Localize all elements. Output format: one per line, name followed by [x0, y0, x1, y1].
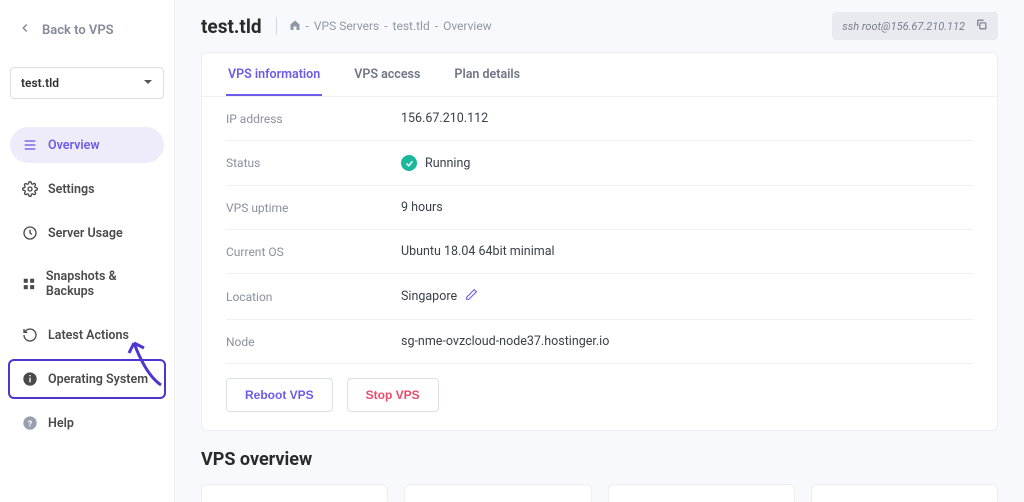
- activity-icon: [22, 225, 38, 241]
- edit-icon[interactable]: [465, 288, 478, 305]
- info-value: 9 hours: [401, 200, 443, 215]
- home-icon[interactable]: [289, 19, 301, 34]
- vps-overview-title: VPS overview: [201, 449, 998, 470]
- info-row-location: Location Singapore: [226, 274, 973, 320]
- breadcrumb-overview: Overview: [443, 19, 492, 33]
- grid-icon: [22, 276, 36, 292]
- sidebar-item-label: Latest Actions: [48, 328, 129, 343]
- breadcrumb: - VPS Servers - test.tld - Overview: [289, 19, 492, 34]
- info-row-node: Node sg-nme-ovzcloud-node37.hostinger.io: [226, 320, 973, 364]
- disk-usage-card: Disk Usage 2 GB 10% used 20 GB Total sto…: [608, 484, 795, 502]
- back-to-vps-link[interactable]: Back to VPS: [10, 15, 164, 45]
- sidebar-item-label: Overview: [48, 138, 100, 153]
- sidebar-item-overview[interactable]: Overview: [10, 127, 164, 163]
- vps-selector[interactable]: test.tld: [10, 67, 164, 99]
- tab-vps-access[interactable]: VPS access: [352, 53, 422, 96]
- header-row: test.tld - VPS Servers - test.tld - Over…: [201, 12, 998, 40]
- info-row-os: Current OS Ubuntu 18.04 64bit minimal: [226, 230, 973, 274]
- info-row-ip: IP address 156.67.210.112: [226, 97, 973, 141]
- info-value: Singapore: [401, 288, 478, 305]
- info-row-status: Status Running: [226, 141, 973, 186]
- info-value: Running: [401, 155, 470, 171]
- svg-text:?: ?: [28, 419, 32, 429]
- breadcrumb-host[interactable]: test.tld: [393, 19, 430, 33]
- main-content: test.tld - VPS Servers - test.tld - Over…: [175, 0, 1024, 502]
- sidebar: Back to VPS test.tld Overview Settings S…: [0, 0, 175, 502]
- sidebar-item-label: Server Usage: [48, 226, 123, 241]
- sidebar-item-label: Snapshots & Backups: [46, 269, 152, 299]
- ssh-text: ssh root@156.67.210.112: [842, 20, 965, 33]
- info-label: VPS uptime: [226, 201, 401, 215]
- arrow-left-icon: [18, 21, 32, 39]
- sidebar-item-help[interactable]: ? Help: [10, 405, 164, 441]
- info-label: IP address: [226, 112, 401, 126]
- list-icon: [22, 137, 38, 153]
- copy-icon[interactable]: [975, 18, 988, 34]
- sidebar-item-latest-actions[interactable]: Latest Actions: [10, 317, 164, 353]
- cpu-usage-card: CPU usage 2%: [201, 484, 388, 502]
- tab-plan-details[interactable]: Plan details: [452, 53, 522, 96]
- ssh-command-box[interactable]: ssh root@156.67.210.112: [832, 12, 998, 40]
- info-label: Location: [226, 290, 401, 304]
- sidebar-item-server-usage[interactable]: Server Usage: [10, 215, 164, 251]
- sidebar-item-label: Settings: [48, 182, 95, 197]
- bandwidth-card: Bandwidth 0 TB 0% used 1 TB Total bandwi…: [811, 484, 998, 502]
- info-label: Status: [226, 156, 401, 170]
- help-icon: ?: [22, 415, 38, 431]
- reboot-vps-button[interactable]: Reboot VPS: [226, 378, 333, 412]
- sidebar-item-label: Help: [48, 416, 74, 431]
- breadcrumb-vps-servers[interactable]: VPS Servers: [314, 19, 379, 33]
- tabs: VPS information VPS access Plan details: [202, 53, 997, 97]
- info-row-uptime: VPS uptime 9 hours: [226, 186, 973, 230]
- location-text: Singapore: [401, 289, 457, 304]
- history-icon: [22, 327, 38, 343]
- back-label: Back to VPS: [42, 23, 114, 38]
- sidebar-item-label: Operating System: [48, 372, 148, 387]
- status-check-icon: [401, 155, 417, 171]
- divider: [276, 17, 277, 35]
- sidebar-item-settings[interactable]: Settings: [10, 171, 164, 207]
- overview-grid: CPU usage 2% Memory 58% Disk Usage 2 GB …: [201, 484, 998, 502]
- sidebar-item-operating-system[interactable]: Operating System: [10, 361, 164, 397]
- info-value: sg-nme-ovzcloud-node37.hostinger.io: [401, 334, 609, 349]
- caret-down-icon: [143, 76, 153, 90]
- tab-vps-information[interactable]: VPS information: [226, 53, 322, 96]
- info-value: 156.67.210.112: [401, 111, 488, 126]
- selector-value: test.tld: [21, 76, 59, 90]
- info-label: Node: [226, 335, 401, 349]
- info-label: Current OS: [226, 245, 401, 259]
- sidebar-item-snapshots[interactable]: Snapshots & Backups: [10, 259, 164, 309]
- vps-info-card: VPS information VPS access Plan details …: [201, 52, 998, 431]
- gear-icon: [22, 181, 38, 197]
- info-icon: [22, 371, 38, 387]
- action-buttons: Reboot VPS Stop VPS: [226, 378, 973, 412]
- status-text: Running: [425, 156, 470, 171]
- stop-vps-button[interactable]: Stop VPS: [347, 378, 439, 412]
- memory-card: Memory 58%: [404, 484, 591, 502]
- page-title: test.tld: [201, 15, 262, 38]
- info-value: Ubuntu 18.04 64bit minimal: [401, 244, 555, 259]
- info-body: IP address 156.67.210.112 Status Running…: [202, 97, 997, 430]
